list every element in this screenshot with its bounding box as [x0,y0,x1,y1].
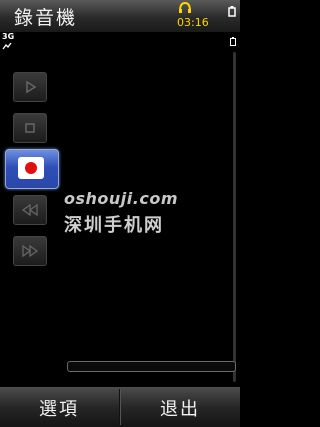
record-button[interactable] [5,149,59,189]
scrollbar[interactable] [233,52,236,382]
fast-forward-button[interactable] [13,236,47,266]
network-type-label: 3G [2,32,15,41]
stop-button[interactable] [13,113,47,143]
watermark-url: oshouji.com [64,189,178,208]
options-softkey[interactable]: 選項 [0,395,118,421]
softkey-bar: 選項 退出 [0,387,240,427]
play-button[interactable] [13,72,47,102]
record-icon [25,162,37,174]
rewind-icon [21,203,38,217]
record-icon-frame [18,157,44,179]
exit-softkey[interactable]: 退出 [121,395,239,421]
battery-icon [228,6,236,17]
fast-forward-icon [22,244,39,258]
softkey-divider [119,389,120,425]
app-title: 錄音機 [14,7,78,29]
headset-icon [179,2,191,13]
recording-progress-bar [67,361,236,372]
play-icon [26,80,37,94]
rewind-button[interactable] [13,195,47,225]
clock: 03:16 [177,16,209,29]
stop-icon [25,123,35,133]
title-bar: 錄音機 03:16 [0,0,240,32]
signal-icon [2,42,12,50]
charging-icon [230,37,236,46]
watermark-site-name: 深圳手机网 [64,215,164,236]
